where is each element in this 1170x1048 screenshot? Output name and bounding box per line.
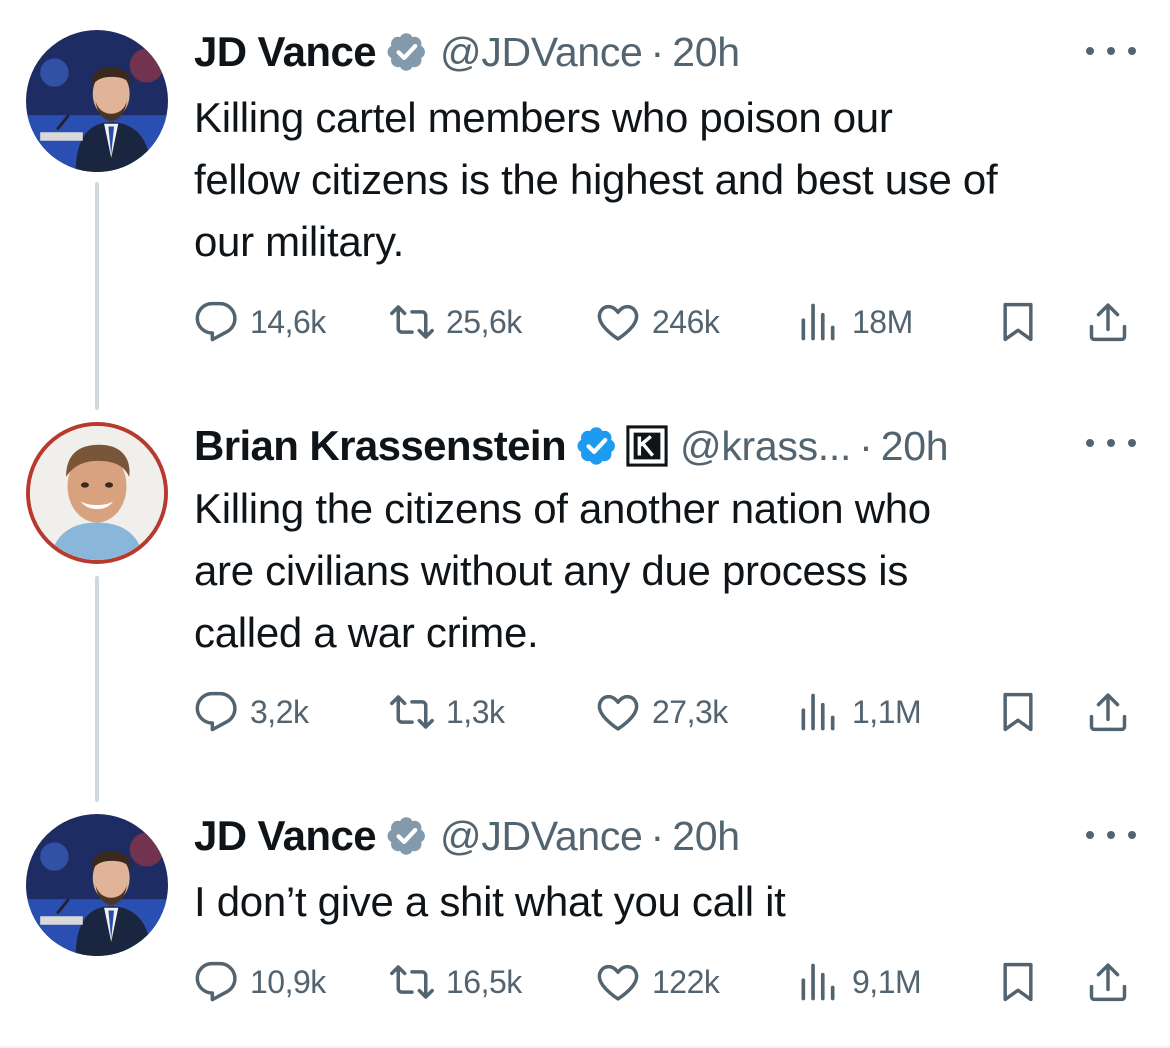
tweet-header: JD Vance @JDVance · 20h: [194, 808, 1080, 864]
timestamp[interactable]: 20h: [672, 813, 740, 860]
views-icon: [796, 300, 840, 344]
reply-count: 3,2k: [250, 693, 309, 730]
verified-blue-icon[interactable]: [576, 425, 618, 467]
avatar[interactable]: [26, 422, 168, 564]
handle[interactable]: @krass...: [680, 423, 851, 470]
like-button[interactable]: 27,3k: [596, 687, 728, 737]
reply-icon: [194, 960, 238, 1004]
share-icon: [1086, 300, 1130, 344]
heart-icon: [596, 960, 640, 1004]
views-icon: [796, 690, 840, 734]
repost-icon: [390, 690, 434, 734]
heart-icon: [596, 690, 640, 734]
like-button[interactable]: 246k: [596, 297, 720, 347]
reply-button[interactable]: 3,2k: [194, 687, 309, 737]
action-bar: 14,6k 25,6k 246k 18M: [194, 297, 1144, 347]
k-affiliate-icon[interactable]: [626, 425, 668, 467]
more-options-icon[interactable]: [1086, 820, 1136, 850]
avatar[interactable]: [26, 814, 168, 956]
repost-count: 16,5k: [446, 963, 522, 1000]
share-button[interactable]: [1086, 957, 1130, 1007]
reply-count: 14,6k: [250, 303, 326, 340]
avatar[interactable]: [26, 30, 168, 172]
display-name[interactable]: Brian Krassenstein: [194, 422, 567, 470]
action-bar: 3,2k 1,3k 27,3k 1,1M: [194, 687, 1144, 737]
bookmark-icon: [996, 690, 1040, 734]
separator: ·: [859, 422, 873, 469]
heart-icon: [596, 300, 640, 344]
reply-button[interactable]: 10,9k: [194, 957, 326, 1007]
like-count: 122k: [652, 963, 720, 1000]
like-count: 246k: [652, 303, 720, 340]
views-icon: [796, 960, 840, 1004]
timestamp[interactable]: 20h: [672, 29, 740, 76]
handle[interactable]: @JDVance: [440, 29, 643, 76]
tweet-header: JD Vance @JDVance · 20h: [194, 24, 1080, 80]
display-name[interactable]: JD Vance: [194, 812, 377, 860]
views-count: 18M: [852, 303, 913, 340]
verified-gray-icon[interactable]: [386, 815, 428, 857]
tweet-text: Killing cartel members who poison our fe…: [194, 94, 998, 265]
views-button[interactable]: 1,1M: [796, 687, 922, 737]
share-button[interactable]: [1086, 687, 1130, 737]
bookmark-icon: [996, 300, 1040, 344]
separator: ·: [650, 812, 665, 859]
tweet-header: Brian Krassenstein @krass... · 20h: [194, 418, 1080, 474]
tweet-text: Killing the citizens of another nation w…: [194, 485, 931, 656]
views-count: 1,1M: [852, 693, 922, 730]
like-count: 27,3k: [652, 693, 728, 730]
bookmark-button[interactable]: [996, 687, 1040, 737]
tweet[interactable]: Brian Krassenstein @krass... · 20h Killi…: [0, 400, 1170, 800]
repost-button[interactable]: 1,3k: [390, 687, 505, 737]
verified-gray-icon[interactable]: [386, 31, 428, 73]
tweet[interactable]: JD Vance @JDVance · 20h Killing cartel m…: [0, 0, 1170, 400]
repost-count: 25,6k: [446, 303, 522, 340]
action-bar: 10,9k 16,5k 122k 9,1M: [194, 957, 1144, 1007]
repost-button[interactable]: 16,5k: [390, 957, 522, 1007]
more-options-icon[interactable]: [1086, 36, 1136, 66]
share-icon: [1086, 690, 1130, 734]
handle[interactable]: @JDVance: [440, 813, 643, 860]
timestamp[interactable]: 20h: [881, 423, 949, 470]
bookmark-icon: [996, 960, 1040, 1004]
repost-icon: [390, 300, 434, 344]
reply-count: 10,9k: [250, 963, 326, 1000]
more-options-icon[interactable]: [1086, 428, 1136, 458]
like-button[interactable]: 122k: [596, 957, 720, 1007]
bookmark-button[interactable]: [996, 957, 1040, 1007]
repost-count: 1,3k: [446, 693, 505, 730]
reply-icon: [194, 300, 238, 344]
share-icon: [1086, 960, 1130, 1004]
repost-button[interactable]: 25,6k: [390, 297, 522, 347]
views-count: 9,1M: [852, 963, 922, 1000]
tweet[interactable]: JD Vance @JDVance · 20h I don’t give a s…: [0, 800, 1170, 1048]
views-button[interactable]: 9,1M: [796, 957, 922, 1007]
reply-icon: [194, 690, 238, 734]
reply-button[interactable]: 14,6k: [194, 297, 326, 347]
separator: ·: [650, 28, 665, 75]
display-name[interactable]: JD Vance: [194, 28, 377, 76]
views-button[interactable]: 18M: [796, 297, 913, 347]
share-button[interactable]: [1086, 297, 1130, 347]
repost-icon: [390, 960, 434, 1004]
tweet-text: I don’t give a shit what you call it: [194, 878, 786, 925]
bookmark-button[interactable]: [996, 297, 1040, 347]
